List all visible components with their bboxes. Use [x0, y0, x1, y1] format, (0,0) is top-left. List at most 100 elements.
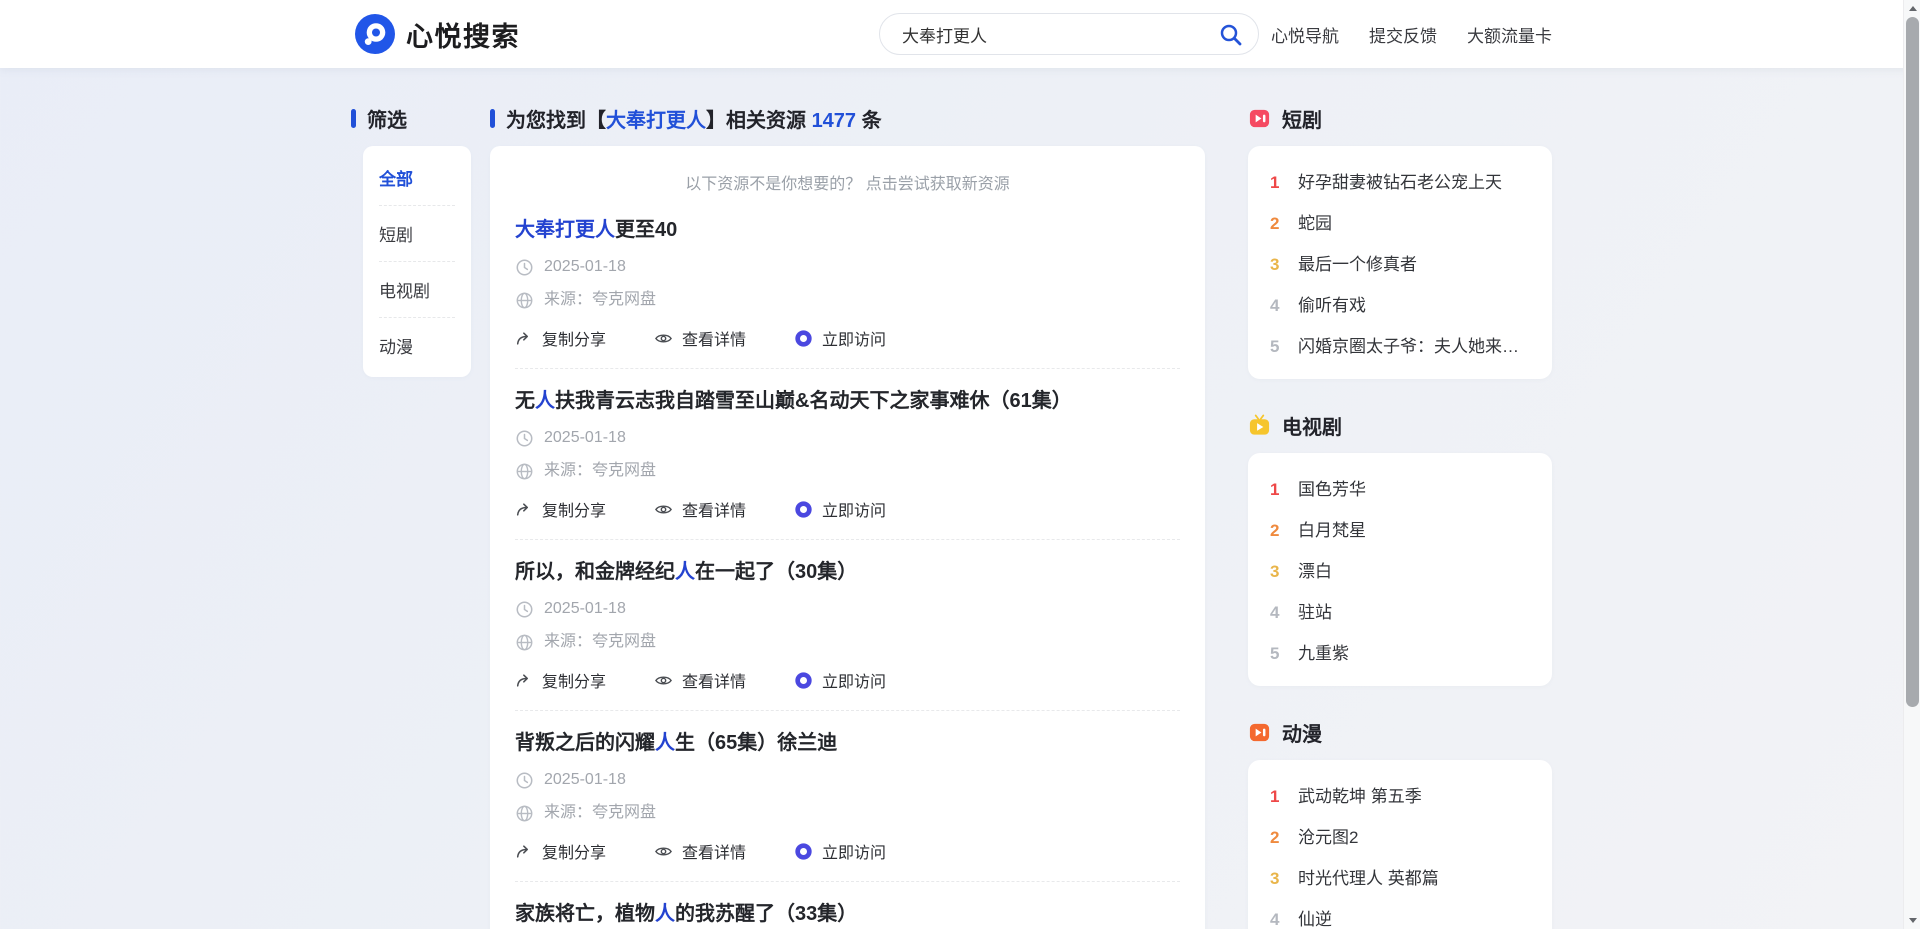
anime-play-icon	[1248, 721, 1271, 744]
tv-icon	[1248, 414, 1271, 437]
scrollbar-up-button[interactable]	[1904, 0, 1920, 17]
rank-item: 4 仙逆	[1270, 897, 1530, 929]
visit-now-button[interactable]: 立即访问	[794, 326, 886, 350]
title-text: 更至40	[615, 219, 677, 241]
copy-share-button[interactable]: 复制分享	[515, 668, 606, 692]
ranking-title: 短剧	[1282, 104, 1322, 133]
rank-item-title[interactable]: 漂白	[1298, 557, 1332, 582]
eye-icon	[654, 329, 673, 348]
view-detail-button[interactable]: 查看详情	[654, 839, 746, 863]
filter-panel: 筛选 全部 短剧 电视剧 动漫	[351, 104, 471, 377]
rank-item-title[interactable]: 蛇园	[1298, 209, 1332, 234]
title-keyword: 人	[655, 732, 675, 754]
result-title[interactable]: 无人扶我青云志我自踏雪至山巅&名动天下之家事难休（61集）	[515, 387, 1180, 415]
view-detail-button[interactable]: 查看详情	[654, 326, 746, 350]
view-detail-button[interactable]: 查看详情	[654, 497, 746, 521]
nav-item-data-card[interactable]: 大额流量卡	[1467, 22, 1552, 47]
scrollbar-thumb[interactable]	[1906, 17, 1919, 707]
rank-item-title[interactable]: 沧元图2	[1298, 823, 1358, 848]
result-source-row: 来源：夸克网盘	[515, 461, 1180, 481]
rank-item-title[interactable]: 仙逆	[1298, 905, 1332, 929]
rank-item-title[interactable]: 九重紫	[1298, 639, 1349, 664]
filter-item-anime[interactable]: 动漫	[379, 317, 455, 373]
rank-item-title[interactable]: 偷听有戏	[1298, 291, 1366, 316]
search-button[interactable]	[1218, 22, 1244, 48]
rank-item-title[interactable]: 闪婚京圈太子爷：夫人她来自农村	[1298, 332, 1530, 357]
scrollbar-down-button[interactable]	[1904, 912, 1920, 929]
heading-prefix: 为您找到【	[506, 110, 606, 132]
ranking-card: 1 国色芳华 2 白月梵星 3 漂白 4 驻站 5 九重紫	[1248, 453, 1552, 686]
view-detail-label: 查看详情	[682, 497, 746, 521]
search-input[interactable]	[902, 24, 1210, 44]
result-item: 无人扶我青云志我自踏雪至山巅&名动天下之家事难休（61集） 2025-01-18	[515, 369, 1180, 540]
results-card: 以下资源不是你想要的？ 点击尝试获取新资源 大奉打更人更至40 2025-01-…	[490, 146, 1205, 929]
result-item: 所以，和金牌经纪人在一起了（30集） 2025-01-18 来源：夸克	[515, 540, 1180, 711]
rank-number: 2	[1270, 214, 1283, 234]
result-actions: 复制分享 查看详情 立即访问	[515, 497, 1180, 521]
heading-suffix: 条	[856, 110, 882, 132]
quark-disk-icon	[794, 671, 813, 690]
refresh-notice[interactable]: 以下资源不是你想要的？ 点击尝试获取新资源	[515, 170, 1180, 194]
filter-title: 筛选	[367, 104, 407, 133]
rank-item: 3 最后一个修真者	[1270, 242, 1530, 283]
nav-item-navigation[interactable]: 心悦导航	[1271, 22, 1339, 47]
result-source: 来源：夸克网盘	[544, 290, 656, 310]
ranking-title: 电视剧	[1282, 411, 1342, 440]
search-bar[interactable]	[879, 13, 1259, 55]
result-title[interactable]: 家族将亡，植物人的我苏醒了（33集）	[515, 900, 1180, 928]
copy-share-button[interactable]: 复制分享	[515, 839, 606, 863]
eye-icon	[654, 671, 673, 690]
title-text: 的我苏醒了（33集）	[675, 903, 857, 925]
filter-item-short-drama[interactable]: 短剧	[379, 205, 455, 261]
accent-bar	[490, 109, 495, 128]
rank-item-title[interactable]: 最后一个修真者	[1298, 250, 1417, 275]
rank-item-title[interactable]: 国色芳华	[1298, 475, 1366, 500]
result-source: 来源：夸克网盘	[544, 632, 656, 652]
rank-item-title[interactable]: 时光代理人 英都篇	[1298, 864, 1439, 889]
result-date-row: 2025-01-18	[515, 257, 1180, 277]
rank-item-title[interactable]: 白月梵星	[1298, 516, 1366, 541]
results-panel: 为您找到【大奉打更人】相关资源 1477 条 以下资源不是你想要的？ 点击尝试获…	[490, 104, 1205, 929]
copy-share-label: 复制分享	[542, 497, 606, 521]
results-heading-text: 为您找到【大奉打更人】相关资源 1477 条	[506, 104, 882, 133]
copy-share-button[interactable]: 复制分享	[515, 497, 606, 521]
filter-item-tv-series[interactable]: 电视剧	[379, 261, 455, 317]
site-logo[interactable]: 心悦搜索	[355, 14, 520, 54]
title-keyword: 大奉打更人	[515, 219, 615, 241]
result-source-row: 来源：夸克网盘	[515, 803, 1180, 823]
result-source: 来源：夸克网盘	[544, 461, 656, 481]
rankings-panel: 短剧 1 好孕甜妻被钻石老公宠上天 2 蛇园 3 最后一个修真者 4 偷听有戏	[1248, 104, 1552, 929]
result-title[interactable]: 大奉打更人更至40	[515, 216, 1180, 244]
rank-number: 4	[1270, 296, 1283, 316]
results-heading: 为您找到【大奉打更人】相关资源 1477 条	[490, 104, 1205, 132]
filter-item-all[interactable]: 全部	[379, 150, 455, 205]
result-item: 大奉打更人更至40 2025-01-18 来源：夸克网盘	[515, 198, 1180, 369]
copy-share-label: 复制分享	[542, 668, 606, 692]
rank-item-title[interactable]: 好孕甜妻被钻石老公宠上天	[1298, 168, 1502, 193]
result-date-row: 2025-01-18	[515, 428, 1180, 448]
view-detail-button[interactable]: 查看详情	[654, 668, 746, 692]
heading-keyword: 大奉打更人	[606, 110, 706, 132]
rank-item: 3 漂白	[1270, 549, 1530, 590]
visit-now-button[interactable]: 立即访问	[794, 497, 886, 521]
rank-item-title[interactable]: 武动乾坤 第五季	[1298, 782, 1422, 807]
result-title[interactable]: 所以，和金牌经纪人在一起了（30集）	[515, 558, 1180, 586]
rank-number: 4	[1270, 603, 1283, 623]
copy-share-label: 复制分享	[542, 326, 606, 350]
quark-disk-icon	[794, 500, 813, 519]
filter-card: 全部 短剧 电视剧 动漫	[363, 146, 471, 377]
visit-now-button[interactable]: 立即访问	[794, 668, 886, 692]
scrollbar[interactable]	[1903, 0, 1920, 929]
result-title[interactable]: 背叛之后的闪耀人生（65集）徐兰迪	[515, 729, 1180, 757]
visit-now-button[interactable]: 立即访问	[794, 839, 886, 863]
filter-heading: 筛选	[351, 104, 471, 132]
result-date: 2025-01-18	[544, 257, 626, 277]
copy-share-button[interactable]: 复制分享	[515, 326, 606, 350]
nav-item-feedback[interactable]: 提交反馈	[1369, 22, 1437, 47]
rank-item-title[interactable]: 驻站	[1298, 598, 1332, 623]
share-icon	[515, 500, 533, 518]
view-detail-label: 查看详情	[682, 839, 746, 863]
rank-item: 1 好孕甜妻被钻石老公宠上天	[1270, 160, 1530, 201]
rank-number: 1	[1270, 480, 1283, 500]
header-nav: 心悦导航 提交反馈 大额流量卡	[1271, 22, 1552, 47]
